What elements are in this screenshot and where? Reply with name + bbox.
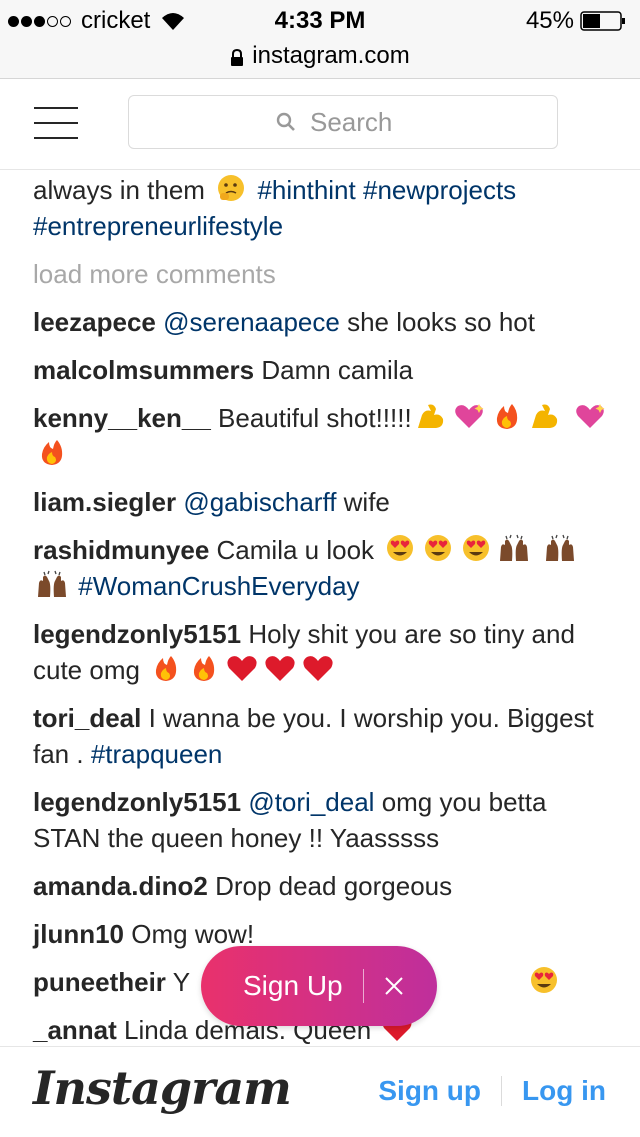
comments-list: always in them #hinthint #newprojects #e… [33,172,613,1060]
close-icon[interactable] [384,976,404,996]
raising-hands-emoji [543,533,577,563]
comment-text: Damn camila [261,355,414,385]
comment-text: Camila u look [216,535,375,565]
heart-eyes-emoji [459,533,493,563]
comment-username[interactable]: puneetheir [33,967,166,997]
comment: legendzonly5151 Holy shit you are so tin… [33,616,613,688]
comment-text: she looks so hot [347,307,535,337]
comment-username[interactable]: tori_deal [33,703,141,733]
comment: kenny__ken__ Beautiful shot!!!!! [33,400,613,472]
hashtag-link[interactable]: #newprojects [363,175,516,205]
mention-link[interactable]: @serenaapece [163,307,340,337]
comment-username[interactable]: legendzonly5151 [33,619,241,649]
comment: amanda.dino2 Drop dead gorgeous [33,868,613,904]
url-text: instagram.com [252,42,410,69]
battery-icon [580,11,625,31]
comment-username[interactable]: liam.siegler [33,487,176,517]
comment: leezapece @serenaapece she looks so hot [33,304,613,340]
caption: always in them #hinthint #newprojects #e… [33,172,613,244]
comment: liam.siegler @gabischarff wife [33,484,613,520]
heart-eyes-emoji [383,533,417,563]
flexed-biceps-emoji [414,401,448,431]
comment-username[interactable]: _annat [33,1015,117,1045]
red-heart-emoji [301,653,335,683]
lock-icon [231,49,244,66]
red-heart-emoji [225,653,259,683]
comment-text: Y [172,967,190,997]
comment: rashidmunyee Camila u look #WomanCrushEv… [33,532,613,604]
sparkling-heart-emoji [573,401,607,431]
flexed-biceps-emoji [528,401,562,431]
comment: malcolmsummers Damn camila [33,352,613,388]
search-input[interactable] [310,106,410,138]
comment-username[interactable]: kenny__ken__ [33,403,211,433]
mention-link[interactable]: @gabischarff [183,487,336,517]
divider [362,969,364,1003]
fire-emoji [490,401,524,431]
caption-text: always in them [33,175,205,205]
hashtag-link[interactable]: #trapqueen [91,739,223,769]
comment: tori_deal I wanna be you. I worship you.… [33,700,613,772]
comment-username[interactable]: jlunn10 [33,919,124,949]
login-link[interactable]: Log in [522,1075,606,1107]
fire-emoji [149,653,183,683]
comment-username[interactable]: legendzonly5151 [33,787,241,817]
status-bar: cricket 4:33 PM 45% [0,0,640,40]
mention-link[interactable]: @tori_deal [248,787,374,817]
comment-text: Beautiful shot!!!!! [218,403,412,433]
bottom-bar: Instagram Sign up Log in [0,1046,640,1137]
battery-percent: 45% [525,7,574,34]
sparkling-heart-emoji [452,401,486,431]
hashtag-link[interactable]: #hinthint [257,175,355,205]
thinking-emoji [214,173,248,203]
hashtag-link[interactable]: #entrepreneurlifestyle [33,211,283,241]
signup-popup-button[interactable]: Sign Up [243,970,343,1002]
divider [501,1076,503,1106]
comment-text: Drop dead gorgeous [215,871,453,901]
top-nav [0,79,640,170]
comment-text: wife [343,487,390,517]
heart-eyes-emoji [421,533,455,563]
search-box[interactable] [128,95,558,149]
search-icon [276,112,295,131]
raising-hands-emoji [35,569,69,599]
heart-eyes-emoji [527,965,561,995]
load-more-comments-link[interactable]: load more comments [33,256,613,292]
red-heart-emoji [263,653,297,683]
menu-icon[interactable] [34,107,78,139]
comment-text: Omg wow! [131,919,255,949]
raising-hands-emoji [497,533,531,563]
hashtag-link[interactable]: #WomanCrushEveryday [78,571,359,601]
signup-link[interactable]: Sign up [378,1075,481,1107]
comment-username[interactable]: malcolmsummers [33,355,254,385]
signup-popup: Sign Up [201,946,437,1026]
instagram-logo[interactable]: Instagram [33,1061,292,1115]
auth-links: Sign up Log in [378,1075,606,1107]
comment-username[interactable]: rashidmunyee [33,535,209,565]
fire-emoji [187,653,221,683]
comment: legendzonly5151 @tori_deal omg you betta… [33,784,613,856]
comment-username[interactable]: amanda.dino2 [33,871,208,901]
fire-emoji [35,437,69,467]
comment-username[interactable]: leezapece [33,307,156,337]
address-bar[interactable]: instagram.com [0,40,640,79]
